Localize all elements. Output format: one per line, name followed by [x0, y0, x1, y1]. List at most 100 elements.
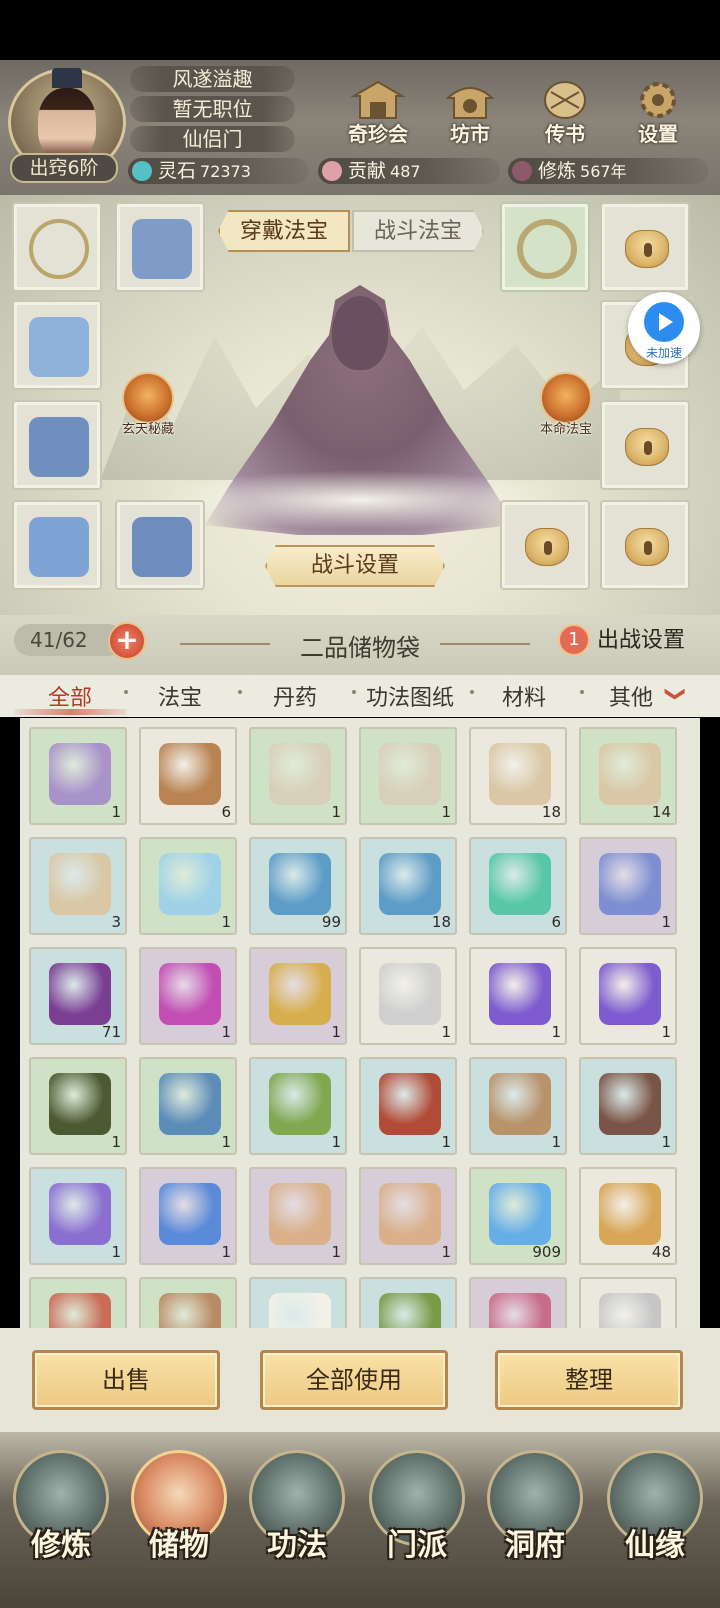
- spiky-fruit-icon: [379, 1293, 441, 1328]
- inventory-slot[interactable]: [249, 1277, 347, 1328]
- inventory-slot[interactable]: 3: [29, 837, 127, 935]
- inventory-slot[interactable]: 1: [29, 727, 127, 825]
- tab-others[interactable]: 其他: [596, 680, 666, 712]
- market-button[interactable]: 坊市: [432, 78, 508, 148]
- inventory-slot[interactable]: 1: [579, 947, 677, 1045]
- player-job: 暂无职位: [130, 96, 295, 122]
- title-ornament-right: [440, 643, 530, 645]
- inventory-slot[interactable]: 14: [579, 727, 677, 825]
- inventory-slot[interactable]: [359, 1277, 457, 1328]
- inventory-slot[interactable]: 909: [469, 1167, 567, 1265]
- paper-scroll-icon: [49, 853, 111, 915]
- tab-pills[interactable]: 丹药: [255, 680, 335, 712]
- porcelain-vase-icon: [159, 853, 221, 915]
- spirit-stone-label: 灵石: [158, 160, 197, 182]
- natal-treasure-button[interactable]: [540, 372, 592, 424]
- inventory-slot[interactable]: 1: [469, 947, 567, 1045]
- inventory-slot[interactable]: 1: [139, 837, 237, 935]
- inventory-slot[interactable]: 1: [139, 1167, 237, 1265]
- tab-treasure[interactable]: 法宝: [140, 680, 220, 712]
- tab-separator: [352, 690, 356, 694]
- nav-fate[interactable]: 仙缘: [600, 1450, 710, 1600]
- nav-storage[interactable]: 储物: [124, 1450, 234, 1600]
- locked-slot[interactable]: [600, 202, 690, 292]
- inventory-slot[interactable]: 1: [249, 947, 347, 1045]
- inventory-slot[interactable]: 1: [29, 1167, 127, 1265]
- tab-technique-scrolls[interactable]: 功法图纸: [360, 680, 460, 712]
- tab-battle-treasure[interactable]: 战斗法宝: [352, 210, 484, 252]
- item-count: 1: [221, 1023, 231, 1041]
- item-count: 1: [661, 1023, 671, 1041]
- equip-slot-ring[interactable]: [500, 202, 590, 292]
- nav-cultivate[interactable]: 修炼: [6, 1450, 116, 1600]
- inventory-slot[interactable]: 1: [359, 1057, 457, 1155]
- nav-techniques[interactable]: 功法: [242, 1450, 352, 1600]
- inventory-slot[interactable]: 1: [249, 1057, 347, 1155]
- locked-slot[interactable]: [600, 400, 690, 490]
- market-icon: [442, 78, 498, 122]
- inventory-slot[interactable]: 6: [139, 727, 237, 825]
- settings-button[interactable]: 设置: [620, 78, 696, 148]
- equip-slot-hat[interactable]: [115, 202, 205, 292]
- pants-icon: [29, 517, 89, 577]
- equip-slot-gloves[interactable]: [12, 400, 102, 490]
- inventory-slot[interactable]: 1: [139, 1057, 237, 1155]
- chevron-down-icon[interactable]: ❯: [664, 686, 688, 703]
- inventory-slot[interactable]: [29, 1277, 127, 1328]
- equip-slot-necklace[interactable]: [12, 202, 102, 292]
- tab-wear-treasure[interactable]: 穿戴法宝: [218, 210, 350, 252]
- sell-button[interactable]: 出售: [32, 1350, 220, 1410]
- inventory-slot[interactable]: 1: [359, 727, 457, 825]
- inventory-slot[interactable]: 99: [249, 837, 347, 935]
- inventory-slot[interactable]: [579, 1277, 677, 1328]
- natal-treasure-label: 本命法宝: [539, 422, 592, 437]
- item-count: 3: [111, 913, 121, 931]
- equip-slot-boots[interactable]: [115, 500, 205, 590]
- inventory-slot[interactable]: 1: [579, 837, 677, 935]
- inventory-slot[interactable]: 1: [249, 1167, 347, 1265]
- locked-slot[interactable]: [600, 500, 690, 590]
- nav-cave[interactable]: 洞府: [480, 1450, 590, 1600]
- inventory-slot[interactable]: 48: [579, 1167, 677, 1265]
- treasure-pavilion-label: 奇珍会: [348, 122, 408, 146]
- treasure-pavilion-icon: [350, 78, 406, 122]
- open-book-icon: [379, 743, 441, 805]
- inventory-slot[interactable]: 18: [469, 727, 567, 825]
- tab-all[interactable]: 全部: [25, 680, 115, 712]
- item-count: 6: [551, 913, 561, 931]
- sort-button[interactable]: 整理: [495, 1350, 683, 1410]
- treasure-pavilion-button[interactable]: 奇珍会: [340, 78, 416, 148]
- purple-talisman-icon: [489, 963, 551, 1025]
- inventory-slot[interactable]: [469, 1277, 567, 1328]
- battle-settings-button[interactable]: 战斗设置: [265, 545, 445, 587]
- equip-slot-pants[interactable]: [12, 500, 102, 590]
- expand-bag-button[interactable]: +: [108, 622, 146, 660]
- inventory-slot[interactable]: 1: [579, 1057, 677, 1155]
- tab-materials[interactable]: 材料: [484, 680, 564, 712]
- lock-icon: [525, 528, 569, 566]
- inventory-slot[interactable]: 1: [139, 947, 237, 1045]
- inventory-slot[interactable]: 1: [249, 727, 347, 825]
- inventory-slot[interactable]: 71: [29, 947, 127, 1045]
- locked-slot[interactable]: [500, 500, 590, 590]
- tab-separator: [124, 690, 128, 694]
- letters-button[interactable]: 传书: [527, 78, 603, 148]
- equip-slot-robe[interactable]: [12, 300, 102, 390]
- nav-fate-label: 仙缘: [625, 1528, 685, 1563]
- use-all-button[interactable]: 全部使用: [260, 1350, 448, 1410]
- inventory-slot[interactable]: 1: [359, 1167, 457, 1265]
- mystic-vault-button[interactable]: [122, 372, 174, 424]
- inventory-slot[interactable]: 1: [29, 1057, 127, 1155]
- inventory-slot[interactable]: 18: [359, 837, 457, 935]
- spirit-stone-icon: [132, 161, 152, 181]
- nav-sect[interactable]: 门派: [362, 1450, 472, 1600]
- inventory-slot[interactable]: [139, 1277, 237, 1328]
- crystal-icon: [599, 1293, 661, 1328]
- inventory-slot[interactable]: 1: [469, 1057, 567, 1155]
- accelerate-button[interactable]: 未加速: [628, 292, 700, 364]
- bronze-orb-icon: [159, 743, 221, 805]
- inventory-slot[interactable]: 1: [359, 947, 457, 1045]
- item-count: 1: [441, 803, 451, 821]
- inventory-slot[interactable]: 6: [469, 837, 567, 935]
- orb-on-cloth-icon: [49, 743, 111, 805]
